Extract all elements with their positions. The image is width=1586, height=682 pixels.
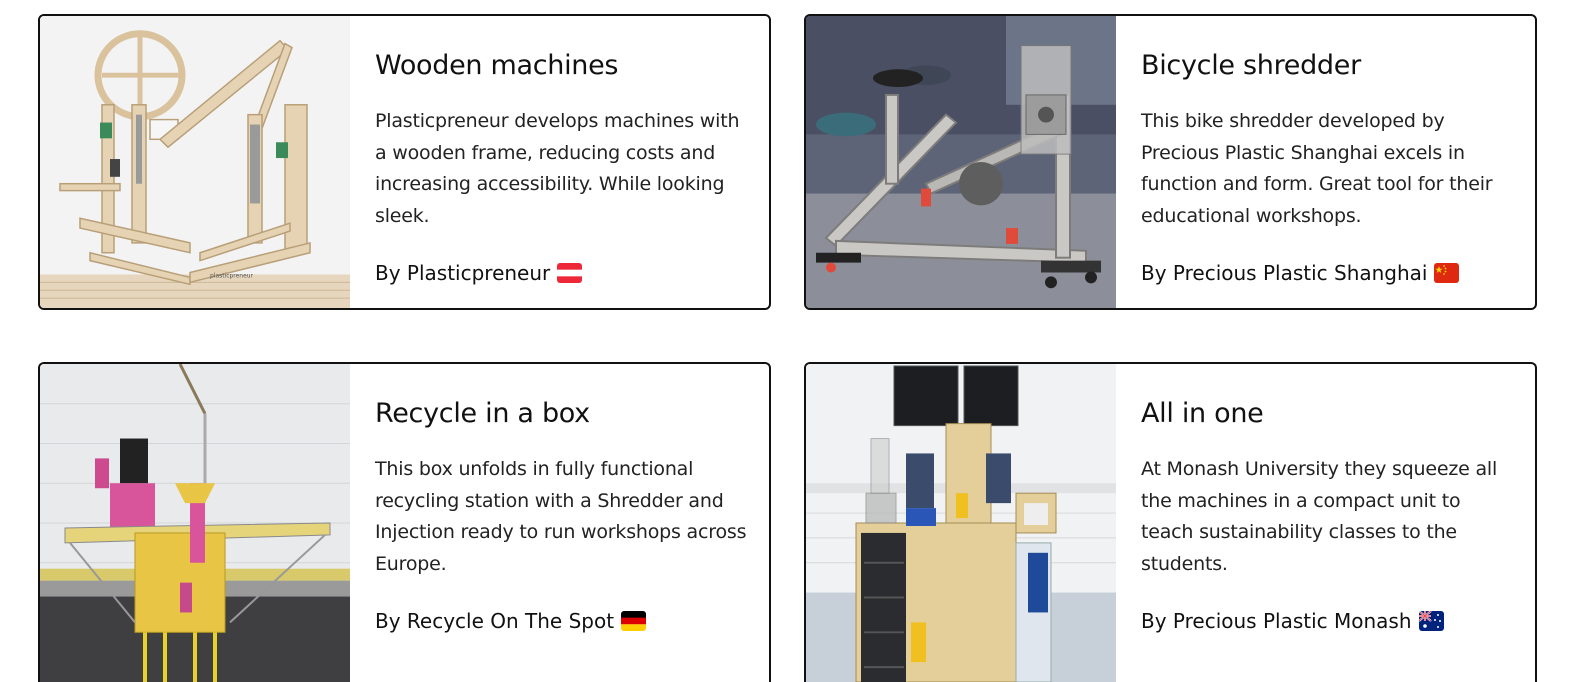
card-description: This bike shredder developed by Precious…	[1141, 110, 1493, 227]
card-byline[interactable]: By Plasticpreneur	[375, 261, 583, 285]
project-card-bicycle-shredder[interactable]: Bicycle shredder This bike shredder deve…	[804, 14, 1537, 310]
card-description: At Monash University they squeeze all th…	[1141, 458, 1498, 575]
all-in-one-photo	[806, 364, 1116, 682]
plasticpreneur-wordmark: plasticpreneur	[210, 272, 254, 279]
card-text: Recycle in a box This box unfolds in ful…	[350, 364, 769, 682]
project-card-recycle-in-a-box[interactable]: Recycle in a box This box unfolds in ful…	[38, 362, 771, 682]
china-flag-icon	[1434, 263, 1460, 283]
card-description: This box unfolds in fully functional rec…	[375, 458, 747, 575]
project-card-all-in-one[interactable]: All in one At Monash University they squ…	[804, 362, 1537, 682]
byline-text[interactable]: By Plasticpreneur	[375, 261, 550, 285]
australia-flag-icon	[1418, 611, 1444, 631]
byline-text[interactable]: By Recycle On The Spot	[375, 609, 614, 633]
card-text: All in one At Monash University they squ…	[1116, 364, 1535, 682]
austria-flag-icon	[557, 263, 583, 283]
card-text: Bicycle shredder This bike shredder deve…	[1116, 16, 1535, 308]
card-title[interactable]: Bicycle shredder	[1141, 50, 1513, 81]
card-description: Plasticpreneur develops machines with a …	[375, 110, 740, 227]
card-text: Wooden machines Plasticpreneur develops …	[350, 16, 769, 308]
bicycle-shredder-photo	[806, 16, 1116, 308]
germany-flag-icon	[621, 611, 647, 631]
byline-text[interactable]: By Precious Plastic Shanghai	[1141, 261, 1427, 285]
project-card-wooden-machines[interactable]: plasticpreneur Wooden machines Plasticpr…	[38, 14, 771, 310]
card-title[interactable]: Recycle in a box	[375, 398, 747, 429]
card-byline[interactable]: By Precious Plastic Shanghai	[1141, 261, 1460, 285]
wooden-machines-photo: plasticpreneur	[40, 16, 350, 308]
card-byline[interactable]: By Precious Plastic Monash	[1141, 609, 1444, 633]
card-title[interactable]: All in one	[1141, 398, 1513, 429]
card-title[interactable]: Wooden machines	[375, 50, 747, 81]
recycle-in-a-box-photo	[40, 364, 350, 682]
card-byline[interactable]: By Recycle On The Spot	[375, 609, 647, 633]
byline-text[interactable]: By Precious Plastic Monash	[1141, 609, 1412, 633]
